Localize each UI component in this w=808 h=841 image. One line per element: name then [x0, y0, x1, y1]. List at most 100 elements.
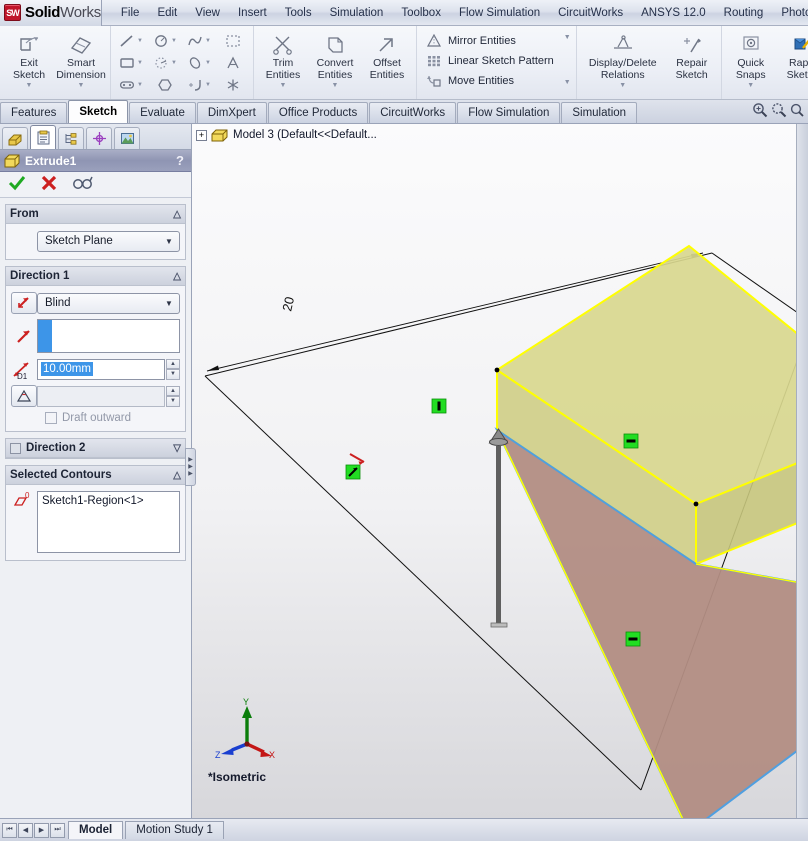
- from-condition-select[interactable]: Sketch Plane ▼: [37, 230, 180, 252]
- menu-item-ansys[interactable]: ANSYS 12.0: [632, 4, 715, 22]
- tab-dimxpert[interactable]: DimXpert: [196, 102, 267, 123]
- direction2-enable-checkbox[interactable]: [10, 442, 21, 454]
- next-tab-button[interactable]: ▶: [34, 822, 49, 838]
- direction1-collapse-icon[interactable]: △: [173, 271, 181, 282]
- document-tab-model[interactable]: Model: [68, 821, 124, 839]
- tab-evaluate[interactable]: Evaluate: [129, 102, 196, 123]
- polygon-icon[interactable]: [148, 74, 182, 96]
- menu-item-flow-simulation[interactable]: Flow Simulation: [450, 4, 549, 22]
- depth-stepper[interactable]: ▲ ▼: [166, 358, 180, 380]
- tab-office-products[interactable]: Office Products: [267, 102, 369, 123]
- quick-snaps-dropdown-icon[interactable]: ▼: [747, 82, 754, 89]
- coincident-relation-marker[interactable]: [345, 464, 361, 480]
- spline-icon[interactable]: ▼: [182, 30, 216, 52]
- trim-entities-dropdown-icon[interactable]: ▼: [280, 82, 287, 89]
- end-condition-select[interactable]: Blind ▼: [37, 292, 180, 314]
- convert-entities-button[interactable]: Convert Entities ▼: [309, 28, 361, 89]
- ellipse-icon[interactable]: ▼: [182, 52, 216, 74]
- slot-dropdown-icon[interactable]: ▼: [137, 82, 143, 88]
- horizontal-relation-marker[interactable]: [623, 433, 639, 449]
- draft-outward-row[interactable]: Draft outward: [11, 412, 180, 424]
- vertical-relation-marker[interactable]: [431, 398, 447, 414]
- draft-stepper-down-icon[interactable]: ▼: [166, 396, 180, 407]
- document-tab-motion-study[interactable]: Motion Study 1: [125, 821, 224, 839]
- display-delete-relations-button[interactable]: Display/Delete Relations ▼: [580, 28, 666, 89]
- ok-button[interactable]: [8, 175, 26, 194]
- menu-item-toolbox[interactable]: Toolbox: [392, 4, 450, 22]
- selected-contours-section-header[interactable]: Selected Contours △: [6, 466, 185, 485]
- menu-item-view[interactable]: View: [186, 4, 229, 22]
- repair-sketch-button[interactable]: Repair Sketch: [666, 28, 718, 81]
- tab-features[interactable]: Features: [0, 102, 68, 123]
- rectangle-dropdown-icon[interactable]: ▼: [137, 60, 143, 66]
- direction-reference-field[interactable]: [37, 319, 180, 353]
- move-entities-button[interactable]: Move Entities: [422, 71, 560, 91]
- first-tab-button[interactable]: ⏮: [2, 822, 17, 838]
- draft-angle-stepper[interactable]: ▲ ▼: [166, 385, 180, 407]
- depth-input[interactable]: 10.00mm: [37, 358, 165, 380]
- spline-dropdown-icon[interactable]: ▼: [205, 38, 211, 44]
- slot-icon[interactable]: ▼: [114, 74, 148, 96]
- draft-stepper-up-icon[interactable]: ▲: [166, 385, 180, 396]
- chevron-down-icon[interactable]: ▼: [161, 299, 177, 308]
- depth-stepper-up-icon[interactable]: ▲: [166, 358, 180, 369]
- from-section-header[interactable]: From △: [6, 205, 185, 224]
- tab-simulation[interactable]: Simulation: [561, 102, 638, 123]
- menu-item-file[interactable]: File: [112, 4, 149, 22]
- smart-dimension-dropdown-icon[interactable]: ▼: [78, 82, 85, 89]
- offset-entities-button[interactable]: Offset Entities: [361, 28, 413, 81]
- graphics-viewport[interactable]: + Model 3 (Default<<Default... 20 Y X Z …: [192, 124, 808, 818]
- zoom-area-icon[interactable]: [771, 102, 787, 121]
- property-manager-tab[interactable]: [30, 125, 56, 149]
- sketch-fillet-dropdown-icon[interactable]: ▼: [205, 82, 211, 88]
- display-manager-tab[interactable]: [114, 127, 140, 149]
- help-button[interactable]: ?: [176, 153, 187, 168]
- preview-button[interactable]: [72, 175, 94, 194]
- draft-angle-input[interactable]: [37, 385, 165, 407]
- direction2-section-header[interactable]: Direction 2 ▽: [6, 439, 185, 458]
- tab-circuitworks[interactable]: CircuitWorks: [369, 102, 457, 123]
- depth-stepper-down-icon[interactable]: ▼: [166, 369, 180, 380]
- property-manager-splitter[interactable]: ▶ ▶ ▶: [185, 448, 196, 486]
- line-dropdown-icon[interactable]: ▼: [137, 38, 143, 44]
- extrude-depth-drag-handle[interactable]: [488, 428, 509, 628]
- convert-entities-dropdown-icon[interactable]: ▼: [332, 82, 339, 89]
- menu-item-circuitworks[interactable]: CircuitWorks: [549, 4, 632, 22]
- configuration-manager-tab[interactable]: [58, 127, 84, 149]
- exit-sketch-dropdown-icon[interactable]: ▼: [26, 82, 33, 89]
- feature-manager-tree-tab[interactable]: [2, 127, 28, 149]
- arc-icon[interactable]: ▼: [148, 52, 182, 74]
- ellipse-dropdown-icon[interactable]: ▼: [205, 60, 211, 66]
- cancel-button[interactable]: [40, 175, 58, 194]
- menu-item-insert[interactable]: Insert: [229, 4, 276, 22]
- selected-contours-list[interactable]: Sketch1-Region<1>: [37, 491, 180, 553]
- sketch-tools-overflow[interactable]: ▼ ▼: [562, 28, 573, 92]
- sketch-tools-caret-up-icon[interactable]: ▼: [564, 34, 571, 41]
- sketch-fillet-icon[interactable]: ▼: [182, 74, 216, 96]
- draft-outward-checkbox[interactable]: [45, 412, 57, 424]
- sketch-tools-caret-down-icon[interactable]: ▼: [564, 79, 571, 86]
- rectangle-icon[interactable]: ▼: [114, 52, 148, 74]
- menu-item-photoworks[interactable]: PhotoWorks: [772, 4, 808, 22]
- horizontal-relation-marker[interactable]: [625, 631, 641, 647]
- selected-contours-collapse-icon[interactable]: △: [173, 470, 181, 481]
- trim-entities-button[interactable]: Trim Entities ▼: [257, 28, 309, 89]
- menu-item-tools[interactable]: Tools: [276, 4, 321, 22]
- line-icon[interactable]: ▼: [114, 30, 148, 52]
- smart-dimension-button[interactable]: Smart Dimension ▼: [55, 28, 107, 89]
- sketch-text-icon[interactable]: [216, 52, 250, 74]
- display-delete-relations-dropdown-icon[interactable]: ▼: [619, 82, 626, 89]
- linear-sketch-pattern-button[interactable]: Linear Sketch Pattern: [422, 51, 560, 71]
- tab-sketch[interactable]: Sketch: [68, 100, 129, 123]
- list-item[interactable]: Sketch1-Region<1>: [42, 495, 175, 507]
- direction1-section-header[interactable]: Direction 1 △: [6, 267, 185, 286]
- menu-item-edit[interactable]: Edit: [148, 4, 186, 22]
- zoom-in-icon[interactable]: [752, 102, 768, 121]
- menu-item-routing[interactable]: Routing: [715, 4, 773, 22]
- dimxpert-manager-tab[interactable]: [86, 127, 112, 149]
- last-tab-button[interactable]: ⏭: [50, 822, 65, 838]
- point-icon[interactable]: [216, 74, 250, 96]
- circle-icon[interactable]: ▼: [148, 30, 182, 52]
- exit-sketch-button[interactable]: Exit Sketch ▼: [3, 28, 55, 89]
- quick-snaps-button[interactable]: Quick Snaps ▼: [725, 28, 777, 89]
